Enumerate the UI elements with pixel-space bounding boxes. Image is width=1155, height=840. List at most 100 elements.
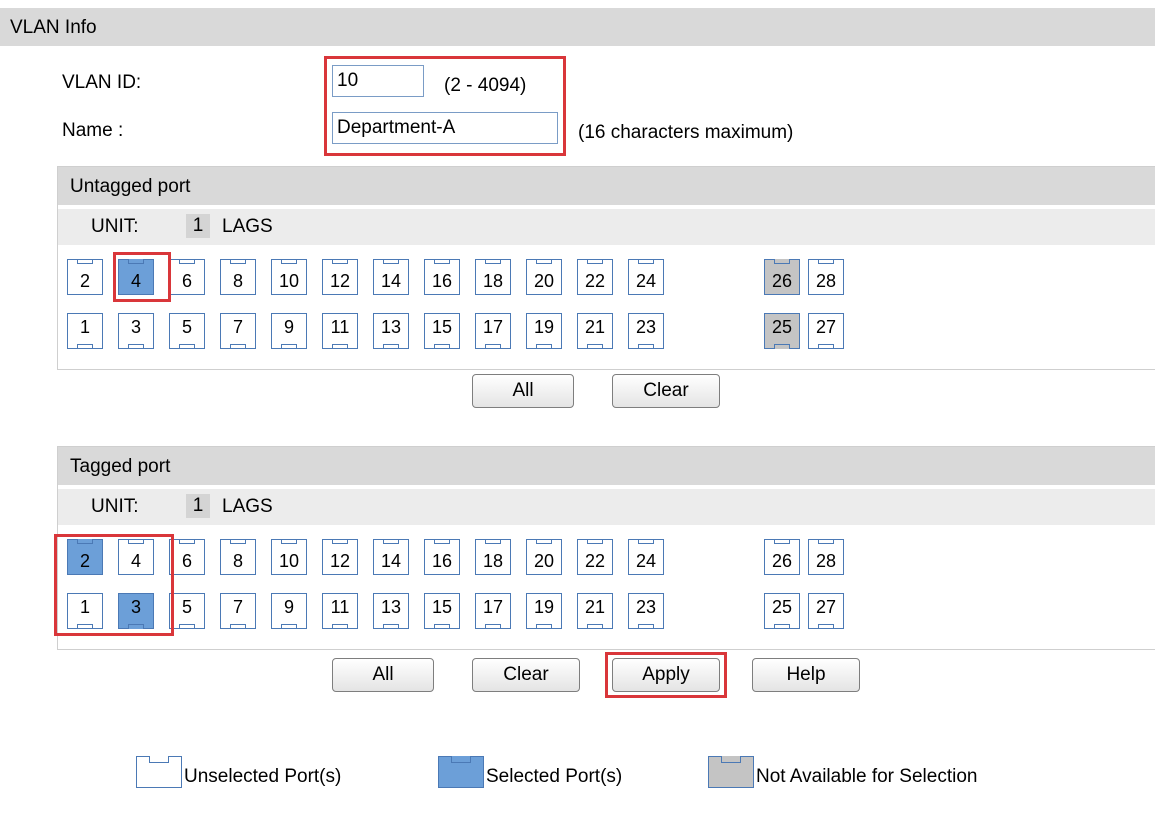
port-number: 11 bbox=[330, 597, 350, 617]
port-number: 18 bbox=[482, 271, 504, 291]
tagged-port-section: Tagged port UNIT: 1 LAGS 2 4 6 8 10 12 14 16 18 2… bbox=[57, 446, 1155, 650]
section-title: VLAN Info bbox=[10, 17, 97, 38]
tagged-clear-button[interactable]: Clear bbox=[472, 658, 580, 692]
tagged-port-21[interactable]: 21 bbox=[577, 593, 613, 629]
untagged-port-1[interactable]: 1 bbox=[67, 313, 103, 349]
untagged-port-21[interactable]: 21 bbox=[577, 313, 613, 349]
untagged-port-9[interactable]: 9 bbox=[271, 313, 307, 349]
unit-1-tab[interactable]: 1 bbox=[186, 494, 210, 518]
port-number: 24 bbox=[635, 271, 657, 291]
port-number: 23 bbox=[635, 317, 657, 337]
lags-tab[interactable]: LAGS bbox=[222, 496, 273, 518]
tagged-port-26[interactable]: 26 bbox=[764, 539, 800, 575]
port-number: 9 bbox=[283, 597, 294, 617]
unit-label: UNIT: bbox=[91, 496, 139, 517]
untagged-port-22[interactable]: 22 bbox=[577, 259, 613, 295]
untagged-clear-button[interactable]: Clear bbox=[612, 374, 720, 408]
untagged-port-20[interactable]: 20 bbox=[526, 259, 562, 295]
tagged-port-5[interactable]: 5 bbox=[169, 593, 205, 629]
port-number: 22 bbox=[584, 551, 606, 571]
port-number: 6 bbox=[181, 551, 192, 571]
tagged-port-17[interactable]: 17 bbox=[475, 593, 511, 629]
untagged-port-6[interactable]: 6 bbox=[169, 259, 205, 295]
untagged-port-14[interactable]: 14 bbox=[373, 259, 409, 295]
port-number: 11 bbox=[330, 317, 350, 337]
legend-unselected-label: Unselected Port(s) bbox=[184, 766, 342, 787]
tagged-port-18[interactable]: 18 bbox=[475, 539, 511, 575]
help-button[interactable]: Help bbox=[752, 658, 860, 692]
highlight-box-tagged-ports bbox=[54, 534, 174, 636]
unselected-port-legend-icon bbox=[136, 756, 182, 788]
tagged-port-22[interactable]: 22 bbox=[577, 539, 613, 575]
port-number: 5 bbox=[181, 317, 192, 337]
port-number: 7 bbox=[232, 597, 243, 617]
port-number: 14 bbox=[380, 551, 402, 571]
port-number: 19 bbox=[533, 317, 555, 337]
tagged-port-9[interactable]: 9 bbox=[271, 593, 307, 629]
untagged-port-28[interactable]: 28 bbox=[808, 259, 844, 295]
port-number: 12 bbox=[329, 551, 351, 571]
untagged-port-13[interactable]: 13 bbox=[373, 313, 409, 349]
tagged-port-6[interactable]: 6 bbox=[169, 539, 205, 575]
untagged-port-17[interactable]: 17 bbox=[475, 313, 511, 349]
port-number: 2 bbox=[79, 271, 90, 291]
untagged-port-12[interactable]: 12 bbox=[322, 259, 358, 295]
port-number: 13 bbox=[380, 597, 402, 617]
tagged-port-24[interactable]: 24 bbox=[628, 539, 664, 575]
tagged-port-13[interactable]: 13 bbox=[373, 593, 409, 629]
untagged-port-18[interactable]: 18 bbox=[475, 259, 511, 295]
port-number: 7 bbox=[232, 317, 243, 337]
untagged-port-3[interactable]: 3 bbox=[118, 313, 154, 349]
untagged-port-section: Untagged port UNIT: 1 LAGS 2 4 6 8 10 12 14 16 1… bbox=[57, 166, 1155, 370]
vlan-id-label: VLAN ID: bbox=[62, 72, 142, 93]
port-number: 22 bbox=[584, 271, 606, 291]
port-number: 16 bbox=[431, 271, 453, 291]
port-number: 17 bbox=[482, 317, 504, 337]
untagged-port-25: 25 bbox=[764, 313, 800, 349]
legend-not-available-label: Not Available for Selection bbox=[756, 766, 978, 787]
tagged-port-12[interactable]: 12 bbox=[322, 539, 358, 575]
tagged-port-14[interactable]: 14 bbox=[373, 539, 409, 575]
untagged-port-2[interactable]: 2 bbox=[67, 259, 103, 295]
untagged-port-27[interactable]: 27 bbox=[808, 313, 844, 349]
untagged-port-23[interactable]: 23 bbox=[628, 313, 664, 349]
port-number: 27 bbox=[815, 597, 837, 617]
tagged-port-8[interactable]: 8 bbox=[220, 539, 256, 575]
port-number: 8 bbox=[232, 271, 243, 291]
tagged-port-28[interactable]: 28 bbox=[808, 539, 844, 575]
tagged-port-7[interactable]: 7 bbox=[220, 593, 256, 629]
untagged-port-7[interactable]: 7 bbox=[220, 313, 256, 349]
untagged-port-5[interactable]: 5 bbox=[169, 313, 205, 349]
tagged-port-title: Tagged port bbox=[70, 456, 171, 477]
tagged-port-16[interactable]: 16 bbox=[424, 539, 460, 575]
untagged-port-16[interactable]: 16 bbox=[424, 259, 460, 295]
port-number: 28 bbox=[815, 271, 837, 291]
port-number: 23 bbox=[635, 597, 657, 617]
tagged-port-10[interactable]: 10 bbox=[271, 539, 307, 575]
not-available-port-legend-icon bbox=[708, 756, 754, 788]
lags-tab[interactable]: LAGS bbox=[222, 216, 273, 238]
untagged-port-19[interactable]: 19 bbox=[526, 313, 562, 349]
tagged-port-header: Tagged port bbox=[58, 447, 1155, 485]
untagged-port-15[interactable]: 15 bbox=[424, 313, 460, 349]
tagged-port-15[interactable]: 15 bbox=[424, 593, 460, 629]
tagged-port-27[interactable]: 27 bbox=[808, 593, 844, 629]
port-number: 18 bbox=[482, 551, 504, 571]
port-number: 25 bbox=[771, 317, 793, 337]
port-number: 9 bbox=[283, 317, 294, 337]
untagged-port-8[interactable]: 8 bbox=[220, 259, 256, 295]
unit-1-tab[interactable]: 1 bbox=[186, 214, 210, 238]
port-number: 13 bbox=[380, 317, 402, 337]
untagged-port-24[interactable]: 24 bbox=[628, 259, 664, 295]
untagged-port-11[interactable]: 11 bbox=[322, 313, 358, 349]
unit-label: UNIT: bbox=[91, 216, 139, 237]
tagged-all-button[interactable]: All bbox=[332, 658, 434, 692]
tagged-port-19[interactable]: 19 bbox=[526, 593, 562, 629]
untagged-port-10[interactable]: 10 bbox=[271, 259, 307, 295]
untagged-all-button[interactable]: All bbox=[472, 374, 574, 408]
port-number: 6 bbox=[181, 271, 192, 291]
tagged-port-25[interactable]: 25 bbox=[764, 593, 800, 629]
tagged-port-20[interactable]: 20 bbox=[526, 539, 562, 575]
tagged-port-11[interactable]: 11 bbox=[322, 593, 358, 629]
tagged-port-23[interactable]: 23 bbox=[628, 593, 664, 629]
